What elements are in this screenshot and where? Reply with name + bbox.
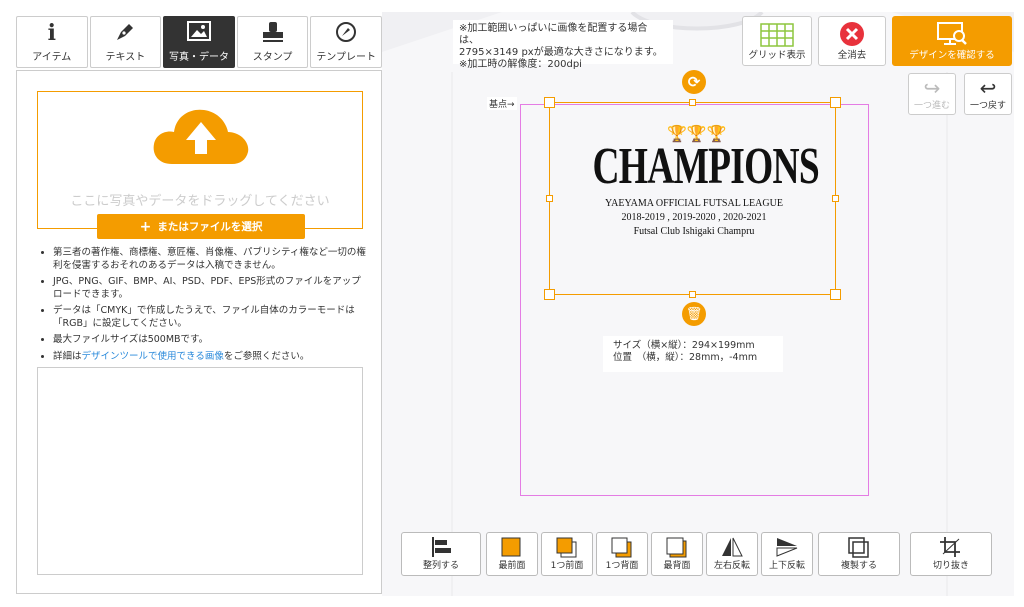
redo-icon: ↪ [923,76,941,100]
size-readout: サイズ（横×縦）：294×199mm [613,340,755,351]
bring-forward-icon [556,537,577,558]
bring-forward-label: 1つ前面 [550,561,584,571]
confirm-design-label: デザインを確認する [909,50,995,61]
bring-to-front-button[interactable]: 最前面 [486,532,538,576]
close-icon [840,22,864,46]
grid-icon [760,23,794,47]
select-file-label: またはファイルを選択 [157,221,263,233]
note-suffix: をご参照ください。 [223,350,310,362]
resize-handle[interactable] [832,195,839,202]
tab-label: テンプレート [316,52,377,63]
resize-handle[interactable] [546,195,553,202]
bring-front-label: 最前面 [498,561,526,571]
resize-handle[interactable] [830,97,841,108]
resize-handle[interactable] [830,289,841,300]
resize-handle[interactable] [544,289,555,300]
compass-icon [333,20,359,48]
send-back-label: 最背面 [663,561,691,571]
flip-horizontal-label: 左右反転 [713,561,750,571]
align-button[interactable]: 整列する [401,532,481,576]
info-icon: i [47,20,56,46]
image-guide-link[interactable]: デザインツールで使用できる画像 [82,351,224,362]
note-item: 詳細はデザインツールで使用できる画像をご参照ください。 [53,351,367,364]
upload-preview-area [37,367,363,575]
pen-icon [113,20,137,48]
upload-notes: 第三者の著作権、商標権、意匠権、肖像権、パブリシティ権など一切の権利を侵害するお… [37,247,367,367]
upload-panel: ここに写真やデータをドラッグしてください + またはファイルを選択 第三者の著作… [16,70,382,594]
selection-box[interactable] [549,102,836,295]
position-readout: 位置 （横，縦）：28mm，-4mm [613,352,758,363]
redo-button[interactable]: ↪ 一つ進む [908,73,956,115]
select-file-button[interactable]: + またはファイルを選択 [97,214,305,239]
flip-vertical-icon [776,538,798,557]
clear-all-button[interactable]: 全消去 [818,16,886,66]
duplicate-button[interactable]: 複製する [818,532,900,576]
tab-photo-data[interactable]: 写真・データ [163,16,235,68]
flip-horizontal-button[interactable]: 左右反転 [706,532,758,576]
monitor-search-icon [937,22,967,45]
resize-handle[interactable] [689,291,696,298]
tab-item[interactable]: i アイテム [16,16,88,68]
flip-horizontal-icon [722,537,743,557]
send-to-back-button[interactable]: 最背面 [651,532,703,576]
flip-vertical-button[interactable]: 上下反転 [761,532,813,576]
crop-label: 切り抜き [932,561,969,571]
note-item: データは「CMYK」で作成したうえで、ファイル自体のカラーモードは「RGB」に設… [53,305,367,330]
align-icon [432,537,451,557]
grid-label: グリッド表示 [748,50,806,61]
send-backward-label: 1つ背面 [605,561,639,571]
origin-label: 基点→ [487,97,517,110]
tab-stamp[interactable]: スタンプ [236,16,309,68]
tab-label: 写真・データ [168,52,229,63]
confirm-design-button[interactable]: デザインを確認する [892,16,1012,66]
grid-toggle-button[interactable]: グリッド表示 [742,16,812,66]
note-item: JPG、PNG、GIF、BMP、AI、PSD、PDF、EPS形式のファイルをアッ… [53,276,367,301]
trash-icon[interactable]: 🗑 [682,302,706,326]
stamp-icon [260,20,286,48]
print-area-info: ※加工範囲いっぱいに画像を配置する場合は、 2795×3149 pxが最適な大き… [453,20,673,70]
crop-icon [940,537,960,557]
crop-button[interactable]: 切り抜き [910,532,992,576]
duplicate-icon [848,537,869,558]
drop-zone[interactable]: ここに写真やデータをドラッグしてください + またはファイルを選択 [37,91,363,239]
send-backward-icon [611,537,632,558]
size-position-info: サイズ（横×縦）：294×199mm 位置 （横，縦）：28mm，-4mm [603,336,783,372]
tab-label: スタンプ [252,52,293,63]
design-tool: i アイテム テキスト 写真・データ スタンプ テンプレート ここに写真やデータ… [0,0,1024,607]
flip-vertical-label: 上下反転 [768,561,805,571]
bring-forward-button[interactable]: 1つ前面 [541,532,593,576]
duplicate-label: 複製する [840,561,877,571]
info-line: 2795×3149 pxが最適な大きさになります。 [459,47,663,58]
plus-icon: + [139,218,152,235]
info-line: ※加工時の解像度：200dpi [459,59,582,70]
rotate-icon[interactable]: ⟳ [682,70,706,94]
tab-text[interactable]: テキスト [89,16,162,68]
send-back-icon [666,537,687,558]
drop-instruction: ここに写真やデータをドラッグしてください [70,194,330,209]
send-backward-button[interactable]: 1つ背面 [596,532,648,576]
bring-front-icon [501,537,521,557]
tab-label: テキスト [105,52,146,63]
note-prefix: 詳細は [53,350,82,362]
clear-all-label: 全消去 [837,50,867,61]
info-line: ※加工範囲いっぱいに画像を配置する場合は、 [459,23,648,46]
resize-handle[interactable] [689,99,696,106]
image-icon [186,20,212,48]
note-item: 第三者の著作権、商標権、意匠権、肖像権、パブリシティ権など一切の権利を侵害するお… [53,247,367,272]
redo-label: 一つ進む [913,101,950,111]
tool-tabs: i アイテム テキスト 写真・データ スタンプ テンプレート [16,16,382,68]
undo-button[interactable]: ↩ 一つ戻す [964,73,1012,115]
note-item: 最大ファイルサイズは500MBです。 [53,334,367,347]
tab-template[interactable]: テンプレート [310,16,382,68]
cloud-upload-icon [153,109,249,164]
align-label: 整列する [422,561,459,571]
tab-label: アイテム [32,52,72,63]
resize-handle[interactable] [544,97,555,108]
undo-label: 一つ戻す [969,101,1006,111]
undo-icon: ↩ [979,76,997,100]
